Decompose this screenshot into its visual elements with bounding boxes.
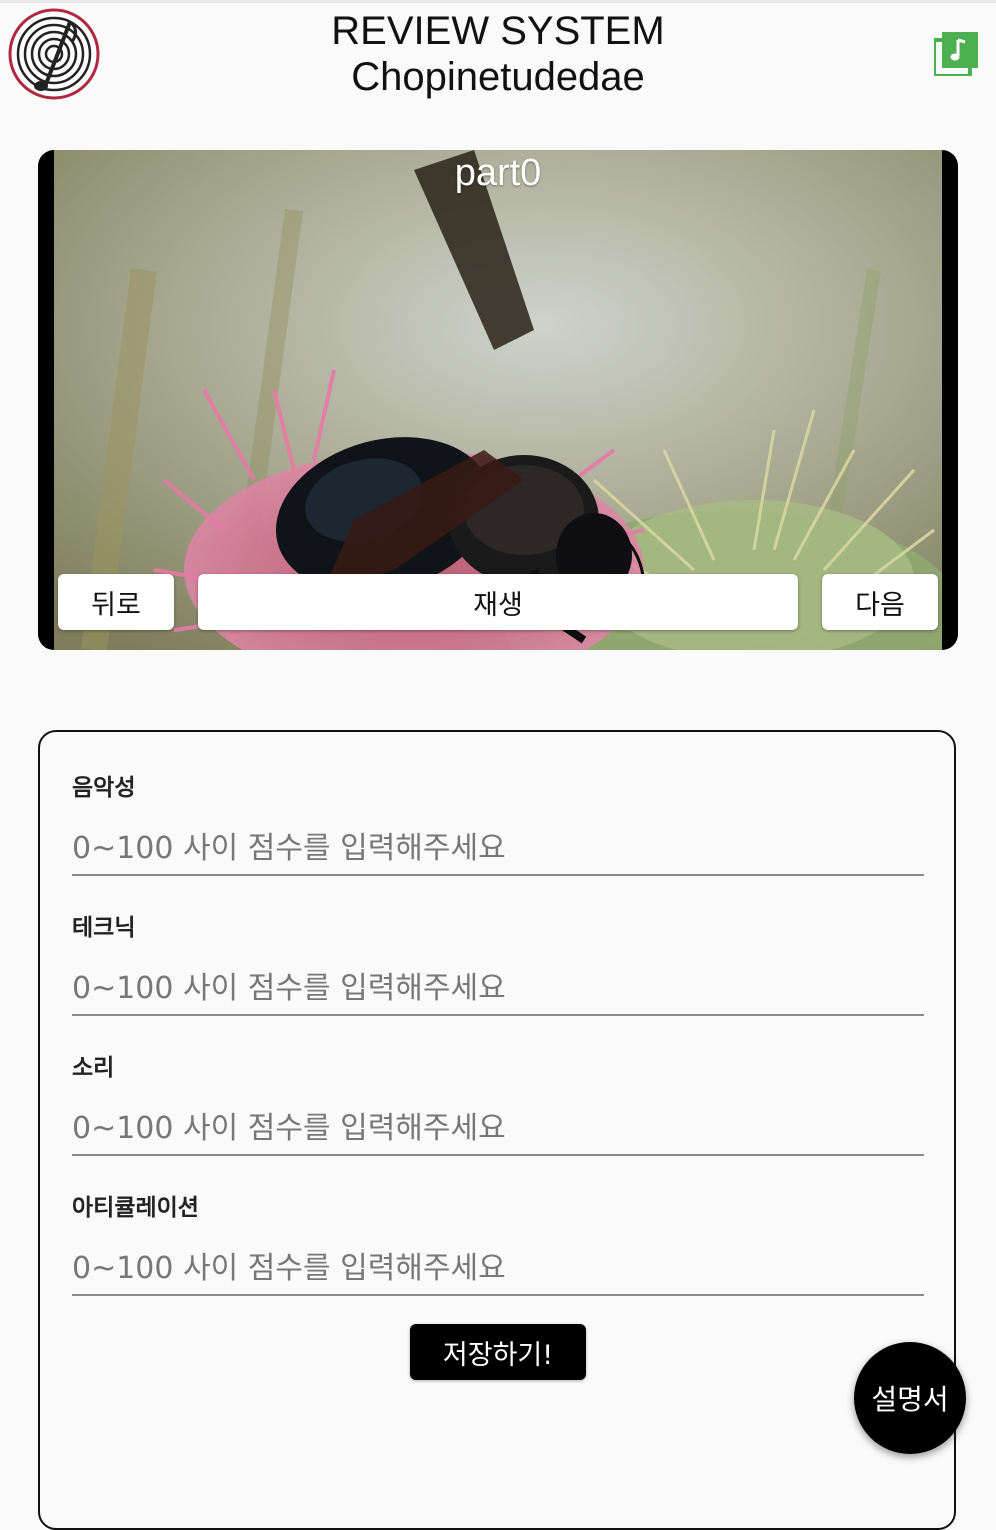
play-button[interactable]: 재생 (198, 574, 798, 630)
musicality-score-input[interactable] (72, 822, 924, 876)
field-label-sound: 소리 (72, 1055, 115, 1081)
field-label-musicality: 음악성 (72, 775, 136, 801)
manual-fab-button[interactable]: 설명서 (854, 1342, 966, 1454)
sound-score-input[interactable] (72, 1102, 924, 1156)
field-label-articulation: 아티큘레이션 (72, 1195, 199, 1221)
field-label-technique: 테크닉 (72, 915, 136, 941)
back-button[interactable]: 뒤로 (58, 574, 174, 630)
part-label: part0 (454, 152, 542, 194)
articulation-score-input[interactable] (72, 1242, 924, 1296)
page-title: REVIEW SYSTEM Chopinetudedae (300, 8, 696, 100)
music-library-icon[interactable] (932, 30, 980, 78)
next-button[interactable]: 다음 (822, 574, 938, 630)
status-divider (0, 0, 996, 3)
technique-score-input[interactable] (72, 962, 924, 1016)
title-line-2: Chopinetudedae (351, 55, 645, 99)
title-line-1: REVIEW SYSTEM (331, 9, 665, 53)
save-button[interactable]: 저장하기! (410, 1324, 586, 1380)
spiral-music-logo-icon (8, 8, 100, 100)
